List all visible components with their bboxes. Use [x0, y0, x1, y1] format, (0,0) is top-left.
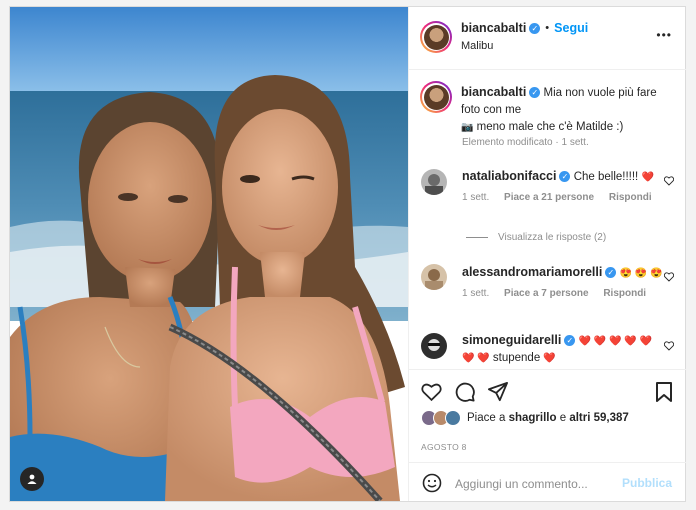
post-modal: biancabalti ✓ • Segui Malibu ••• biancab… — [9, 6, 686, 502]
comment-likes[interactable]: Piace a 7 persone — [504, 288, 589, 299]
header-title: biancabalti ✓ • Segui — [461, 21, 588, 35]
comment-like-icon[interactable] — [664, 341, 674, 351]
heart-icon[interactable] — [421, 382, 442, 402]
post-photo[interactable] — [10, 7, 408, 501]
comment-username[interactable]: simoneguidarelli — [462, 333, 561, 347]
bookmark-icon[interactable] — [656, 382, 672, 402]
likes-prefix: Piace a — [467, 412, 506, 424]
verified-badge-icon: ✓ — [605, 267, 617, 279]
comment-like-icon[interactable] — [664, 176, 674, 186]
add-comment-bar: Pubblica — [409, 462, 686, 503]
commenter-avatar[interactable] — [421, 264, 447, 290]
smiley-icon[interactable] — [422, 473, 442, 493]
bullet-separator: • — [545, 22, 550, 34]
caption-username[interactable]: biancabalti — [461, 85, 526, 99]
comments-list: biancabalti ✓ Mia non vuole più fare foto… — [409, 69, 686, 369]
liker-avatars — [421, 410, 461, 426]
commenter-avatar[interactable] — [421, 169, 447, 195]
heart-emoji-icon: ❤️ — [543, 353, 556, 364]
caption-line2: foto con me — [461, 104, 522, 116]
more-options-icon[interactable]: ••• — [656, 28, 672, 42]
comment-input[interactable] — [453, 473, 617, 495]
commenter-avatar[interactable] — [421, 333, 447, 359]
follow-button[interactable]: Segui — [554, 21, 588, 35]
comment-username[interactable]: nataliabonifacci — [462, 169, 556, 183]
likes-others[interactable]: altri 59,387 — [569, 412, 628, 424]
share-icon[interactable] — [488, 382, 508, 402]
caption-meta: Elemento modificato · 1 sett. — [462, 137, 589, 148]
verified-badge-icon: ✓ — [529, 87, 541, 99]
view-replies-button[interactable]: Visualizza le risposte (2) — [466, 232, 606, 243]
caption: biancabalti ✓ Mia non vuole più fare foto… — [461, 84, 671, 136]
comment-text: Che belle!!!!! — [573, 171, 639, 183]
avatar[interactable] — [420, 21, 452, 53]
post-actions: Piace a shagrillo e altri 59,387 AGOSTO … — [409, 369, 686, 502]
username-link[interactable]: biancabalti — [461, 21, 526, 35]
comment-time: 1 sett. — [462, 192, 490, 203]
post-sidebar: biancabalti ✓ • Segui Malibu ••• biancab… — [408, 7, 686, 501]
user-tag-icon[interactable] — [20, 467, 44, 491]
post-header: biancabalti ✓ • Segui Malibu ••• — [409, 7, 686, 70]
heart-eyes-emoji-icon: 😍 😍 😍 — [619, 268, 663, 279]
hearts-emoji-icon: ❤️ ❤️ — [462, 353, 490, 364]
hearts-emoji-icon: ❤️ ❤️ ❤️ ❤️ ❤️ — [578, 336, 652, 347]
comment-likes[interactable]: Piace a 21 persone — [504, 192, 594, 203]
comment-icon[interactable] — [455, 382, 475, 402]
reply-button[interactable]: Rispondi — [609, 192, 652, 203]
post-date: AGOSTO 8 — [421, 442, 467, 452]
photo-image — [10, 7, 408, 501]
heart-emoji-icon: ❤️ — [641, 172, 654, 183]
caption-line3: meno male che c'è Matilde :) — [476, 121, 624, 133]
comment-text: stupende — [492, 352, 541, 364]
location-link[interactable]: Malibu — [461, 40, 493, 52]
camera-emoji-icon: 📷 — [461, 122, 474, 133]
likes-summary: Piace a shagrillo e altri 59,387 — [421, 410, 629, 426]
page-background: biancabalti ✓ • Segui Malibu ••• biancab… — [0, 0, 696, 510]
comment-meta: 1 sett. Piace a 7 persone Rispondi — [462, 288, 646, 299]
replies-divider — [466, 237, 488, 238]
comment-time: 1 sett. — [462, 288, 490, 299]
caption-line1: Mia non vuole più fare — [543, 87, 657, 99]
verified-badge-icon: ✓ — [559, 171, 571, 183]
verified-badge-icon: ✓ — [564, 335, 576, 347]
view-replies-label: Visualizza le risposte (2) — [498, 232, 607, 243]
comment-meta: 1 sett. Piace a 21 persone Rispondi — [462, 192, 652, 203]
liker-username[interactable]: shagrillo — [509, 412, 557, 424]
comment-username[interactable]: alessandromariamorelli — [462, 265, 602, 279]
likes-middle: e — [559, 412, 567, 424]
publish-button[interactable]: Pubblica — [622, 476, 672, 490]
caption-avatar[interactable] — [420, 81, 452, 113]
comment-row: simoneguidarelli ✓ ❤️ ❤️ ❤️ ❤️ ❤️ ❤️ ❤️ s… — [462, 332, 662, 367]
reply-button[interactable]: Rispondi — [603, 288, 646, 299]
comment-row: nataliabonifacci ✓ Che belle!!!!! ❤️ — [462, 168, 654, 186]
comment-like-icon[interactable] — [664, 272, 674, 282]
comment-row: alessandromariamorelli ✓ 😍 😍 😍 — [462, 264, 662, 282]
verified-badge-icon: ✓ — [529, 22, 541, 34]
